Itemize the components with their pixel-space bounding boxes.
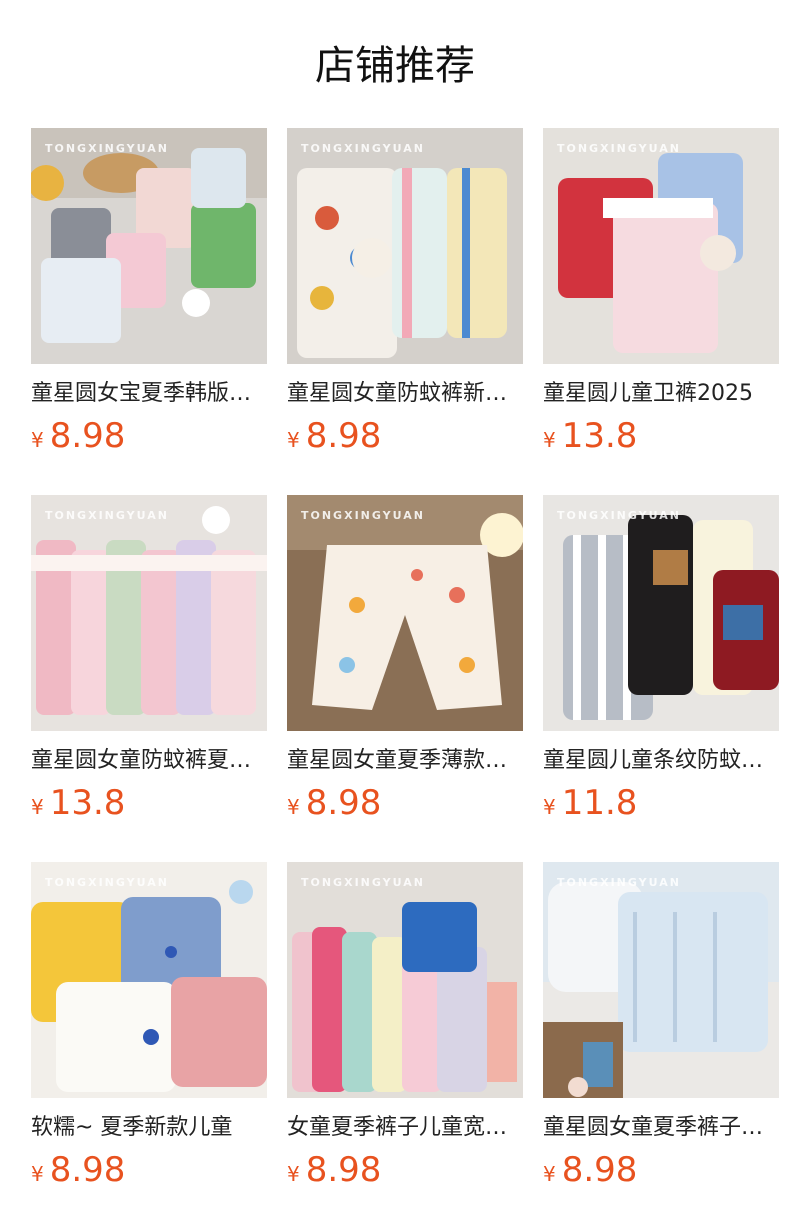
product-price: ¥11.8 <box>543 783 637 823</box>
product-card[interactable]: TONGXINGYUAN 童星圆女童夏季裤子… ¥8.98 <box>543 862 779 1192</box>
product-name[interactable]: 女童夏季裤子儿童宽… <box>287 1112 523 1144</box>
price-value: 13.8 <box>49 783 126 823</box>
product-name[interactable]: 软糯~ 夏季新款儿童 <box>31 1112 267 1144</box>
product-name[interactable]: 童星圆女童夏季裤子… <box>543 1112 779 1144</box>
product-image[interactable]: TONGXINGYUAN <box>543 128 779 364</box>
product-image[interactable]: TONGXINGYUAN <box>287 128 523 364</box>
product-card[interactable]: TONGXINGYUAN 童星圆儿童条纹防蚊… ¥11.8 <box>543 495 779 825</box>
watermark-text: TONGXINGYUAN <box>45 509 169 522</box>
currency-symbol: ¥ <box>31 795 44 819</box>
product-price: ¥8.98 <box>287 1150 381 1190</box>
product-card[interactable]: TONGXINGYUAN 童星圆儿童卫裤2025 ¥13.8 <box>543 128 779 458</box>
watermark-text: TONGXINGYUAN <box>45 142 169 155</box>
currency-symbol: ¥ <box>31 1162 44 1186</box>
price-value: 8.98 <box>561 1150 638 1190</box>
watermark-text: TONGXINGYUAN <box>45 876 169 889</box>
currency-symbol: ¥ <box>543 795 556 819</box>
product-price: ¥13.8 <box>31 783 125 823</box>
price-value: 8.98 <box>49 1150 126 1190</box>
watermark-text: TONGXINGYUAN <box>301 509 425 522</box>
currency-symbol: ¥ <box>543 1162 556 1186</box>
product-price: ¥13.8 <box>543 416 637 456</box>
price-value: 8.98 <box>305 783 382 823</box>
product-card[interactable]: TONGXINGYUAN 软糯~ 夏季新款儿童 ¥8.98 <box>31 862 267 1192</box>
price-value: 8.98 <box>305 1150 382 1190</box>
currency-symbol: ¥ <box>287 1162 300 1186</box>
currency-symbol: ¥ <box>31 428 44 452</box>
price-value: 13.8 <box>561 416 638 456</box>
currency-symbol: ¥ <box>287 428 300 452</box>
product-name[interactable]: 童星圆儿童卫裤2025 <box>543 378 779 410</box>
watermark-text: TONGXINGYUAN <box>301 142 425 155</box>
product-price: ¥8.98 <box>31 416 125 456</box>
watermark-text: TONGXINGYUAN <box>557 876 681 889</box>
product-card[interactable]: TONGXINGYUAN 童星圆女宝夏季韩版… ¥8.98 <box>31 128 267 458</box>
product-card[interactable]: TONGXINGYUAN 童星圆女童夏季薄款… ¥8.98 <box>287 495 523 825</box>
product-card[interactable]: TONGXINGYUAN 童星圆女童防蚊裤夏… ¥13.8 <box>31 495 267 825</box>
product-image[interactable]: TONGXINGYUAN <box>287 862 523 1098</box>
product-name[interactable]: 童星圆儿童条纹防蚊… <box>543 745 779 777</box>
product-image[interactable]: TONGXINGYUAN <box>543 495 779 731</box>
price-value: 8.98 <box>49 416 126 456</box>
product-price: ¥8.98 <box>543 1150 637 1190</box>
currency-symbol: ¥ <box>287 795 300 819</box>
watermark-text: TONGXINGYUAN <box>301 876 425 889</box>
product-price: ¥8.98 <box>287 783 381 823</box>
product-name[interactable]: 童星圆女童夏季薄款… <box>287 745 523 777</box>
product-name[interactable]: 童星圆女童防蚊裤夏… <box>31 745 267 777</box>
product-image[interactable]: TONGXINGYUAN <box>31 495 267 731</box>
product-price: ¥8.98 <box>287 416 381 456</box>
currency-symbol: ¥ <box>543 428 556 452</box>
product-card[interactable]: TONGXINGYUAN 女童夏季裤子儿童宽… ¥8.98 <box>287 862 523 1192</box>
product-image[interactable]: TONGXINGYUAN <box>543 862 779 1098</box>
product-price: ¥8.98 <box>31 1150 125 1190</box>
watermark-text: TONGXINGYUAN <box>557 142 681 155</box>
product-name[interactable]: 童星圆女童防蚊裤新… <box>287 378 523 410</box>
product-image[interactable]: TONGXINGYUAN <box>287 495 523 731</box>
price-value: 11.8 <box>561 783 638 823</box>
product-grid: TONGXINGYUAN 童星圆女宝夏季韩版… ¥8.98 TONGXINGYU… <box>0 0 790 1230</box>
product-card[interactable]: TONGXINGYUAN 童星圆女童防蚊裤新… ¥8.98 <box>287 128 523 458</box>
watermark-text: TONGXINGYUAN <box>557 509 681 522</box>
product-image[interactable]: TONGXINGYUAN <box>31 128 267 364</box>
product-image[interactable]: TONGXINGYUAN <box>31 862 267 1098</box>
price-value: 8.98 <box>305 416 382 456</box>
product-name[interactable]: 童星圆女宝夏季韩版… <box>31 378 267 410</box>
